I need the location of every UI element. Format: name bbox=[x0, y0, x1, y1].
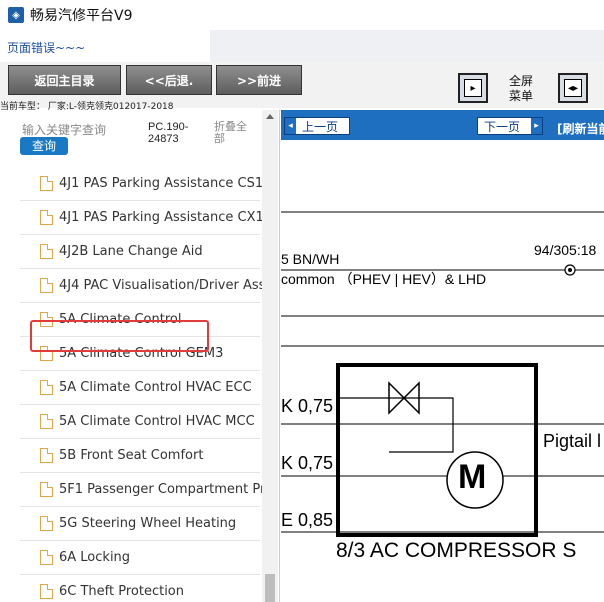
compressor-box bbox=[336, 363, 538, 537]
viewer-nav-bar: ◂ 上一页 下一页 ▸ [刷新当前 bbox=[281, 110, 604, 140]
document-icon bbox=[40, 482, 53, 497]
valve-loop bbox=[389, 397, 454, 453]
app-window: ◈ 畅易汽修平台V9 页面错误~~~ 返回主目录 <<后退. >>前进 ▸ ◂▸… bbox=[0, 0, 604, 602]
wire-size-label: K 0,75 bbox=[281, 453, 334, 473]
refresh-current-button[interactable]: [刷新当前 bbox=[557, 120, 604, 137]
list-item[interactable]: 4J2B Lane Change Aid bbox=[20, 235, 260, 269]
document-icon bbox=[40, 414, 53, 429]
list-item[interactable]: 5G Steering Wheel Heating bbox=[20, 507, 260, 541]
tree-list: 4J1 PAS Parking Assistance CS11 4J1 PAS … bbox=[20, 167, 273, 602]
list-item[interactable]: 5B Front Seat Comfort bbox=[20, 439, 260, 473]
app-logo-icon: ◈ bbox=[8, 7, 24, 23]
back-button[interactable]: <<后退. bbox=[126, 65, 212, 95]
tree-scrollbar[interactable] bbox=[262, 110, 278, 602]
document-icon bbox=[40, 584, 53, 599]
connector-node-center bbox=[568, 268, 572, 272]
document-icon bbox=[40, 278, 53, 293]
scroll-up-icon[interactable] bbox=[266, 114, 274, 119]
fold-all-button[interactable]: 折叠全 部 bbox=[214, 121, 250, 145]
window-title: 畅易汽修平台V9 bbox=[30, 8, 133, 24]
pigtail-label: Pigtail l bbox=[543, 431, 602, 451]
list-item[interactable]: 4J1 PAS Parking Assistance CS11 bbox=[20, 167, 271, 201]
document-icon bbox=[40, 516, 53, 531]
wire-size-label: E 0,85 bbox=[281, 510, 334, 530]
tab-strip: 页面错误~~~ bbox=[0, 30, 604, 62]
pc-code: PC.190- 24873 bbox=[148, 121, 189, 145]
scroll-thumb[interactable] bbox=[265, 574, 275, 602]
wire-color-label: 5 BN/WH bbox=[281, 251, 340, 267]
document-icon bbox=[40, 550, 53, 565]
query-button[interactable]: 查询 bbox=[20, 137, 68, 155]
toggle-sidebar-button[interactable]: ▸ bbox=[458, 73, 488, 103]
left-tree-panel: 输入关键字查询 查询 PC.190- 24873 折叠全 部 4J1 PAS P… bbox=[0, 110, 280, 602]
next-page-button[interactable]: 下一页 ▸ bbox=[477, 117, 543, 135]
home-button[interactable]: 返回主目录 bbox=[8, 65, 121, 95]
search-area: 输入关键字查询 查询 PC.190- 24873 折叠全 部 bbox=[0, 110, 279, 162]
expand-icon: ◂▸ bbox=[564, 79, 582, 97]
panel-toggle-icon: ▸ bbox=[464, 79, 482, 97]
node-reference: 94/305:18 bbox=[534, 242, 597, 258]
arrow-left-icon: ◂ bbox=[285, 118, 296, 134]
wiring-diagram: 5 BN/WH common （PHEV | HEV）& LHD 94/305:… bbox=[281, 140, 604, 602]
variant-label: common （PHEV | HEV）& LHD bbox=[281, 271, 487, 287]
component-label: 8/3 AC COMPRESSOR S bbox=[336, 539, 577, 562]
list-item[interactable]: 4J4 PAC Visualisation/Driver Assi bbox=[20, 269, 269, 303]
search-input[interactable]: 输入关键字查询 bbox=[22, 121, 106, 138]
list-item[interactable]: 6A Locking bbox=[20, 541, 260, 575]
motor-symbol: M bbox=[458, 458, 487, 496]
document-icon bbox=[40, 176, 53, 191]
list-item[interactable]: 4J1 PAS Parking Assistance CX11 bbox=[20, 201, 272, 235]
fullscreen-button[interactable]: ◂▸ bbox=[558, 73, 588, 103]
list-item[interactable]: 6C Theft Protection bbox=[20, 575, 260, 602]
document-icon bbox=[40, 244, 53, 259]
tab-page-error[interactable]: 页面错误~~~ bbox=[0, 30, 210, 62]
arrow-right-icon: ▸ bbox=[531, 118, 542, 134]
document-icon bbox=[40, 210, 53, 225]
diagram-viewer: ◂ 上一页 下一页 ▸ [刷新当前 bbox=[281, 110, 604, 602]
forward-button[interactable]: >>前进 bbox=[216, 65, 302, 95]
list-item[interactable]: 5A Climate Control HVAC MCC bbox=[20, 405, 260, 439]
document-icon bbox=[40, 448, 53, 463]
list-item[interactable]: 5A Climate Control HVAC ECC bbox=[20, 371, 260, 405]
title-bar: ◈ 畅易汽修平台V9 bbox=[0, 0, 604, 30]
selection-highlight bbox=[30, 320, 209, 352]
list-item[interactable]: 5F1 Passenger Compartment Pre bbox=[20, 473, 273, 507]
fullscreen-menu-label[interactable]: 全屏 菜单 bbox=[503, 74, 539, 104]
wiring-diagram-svg bbox=[281, 211, 604, 537]
document-icon bbox=[40, 380, 53, 395]
prev-page-button[interactable]: ◂ 上一页 bbox=[284, 117, 350, 135]
wire-size-label: K 0,75 bbox=[281, 396, 334, 416]
